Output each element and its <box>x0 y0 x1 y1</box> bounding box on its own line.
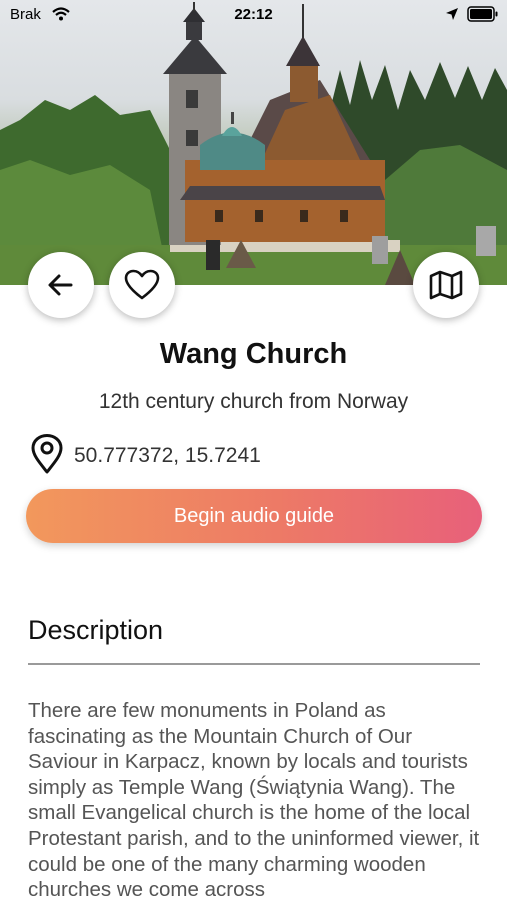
status-bar: Brak 22:12 <box>0 0 507 32</box>
arrow-left-icon <box>45 269 77 301</box>
place-title: Wang Church <box>159 338 348 370</box>
map-button[interactable] <box>413 252 479 318</box>
coordinates-row: 50.777372, 15.7241 <box>30 433 261 479</box>
begin-audio-guide-button[interactable]: Begin audio guide <box>26 489 482 543</box>
clock-time: 22:12 <box>234 6 273 23</box>
map-icon <box>428 269 464 301</box>
battery-icon <box>467 6 499 26</box>
location-pin-icon <box>30 433 64 479</box>
location-arrow-icon <box>445 7 459 25</box>
heart-outline-icon <box>124 269 160 301</box>
section-divider <box>28 663 480 665</box>
back-button[interactable] <box>28 252 94 318</box>
hero-photo <box>0 0 507 285</box>
description-heading: Description <box>28 615 164 645</box>
favorite-button[interactable] <box>109 252 175 318</box>
coordinates-text: 50.777372, 15.7241 <box>74 444 261 467</box>
description-text: There are few monuments in Poland as fas… <box>28 699 480 902</box>
place-subtitle: 12th century church from Norway <box>98 390 409 413</box>
